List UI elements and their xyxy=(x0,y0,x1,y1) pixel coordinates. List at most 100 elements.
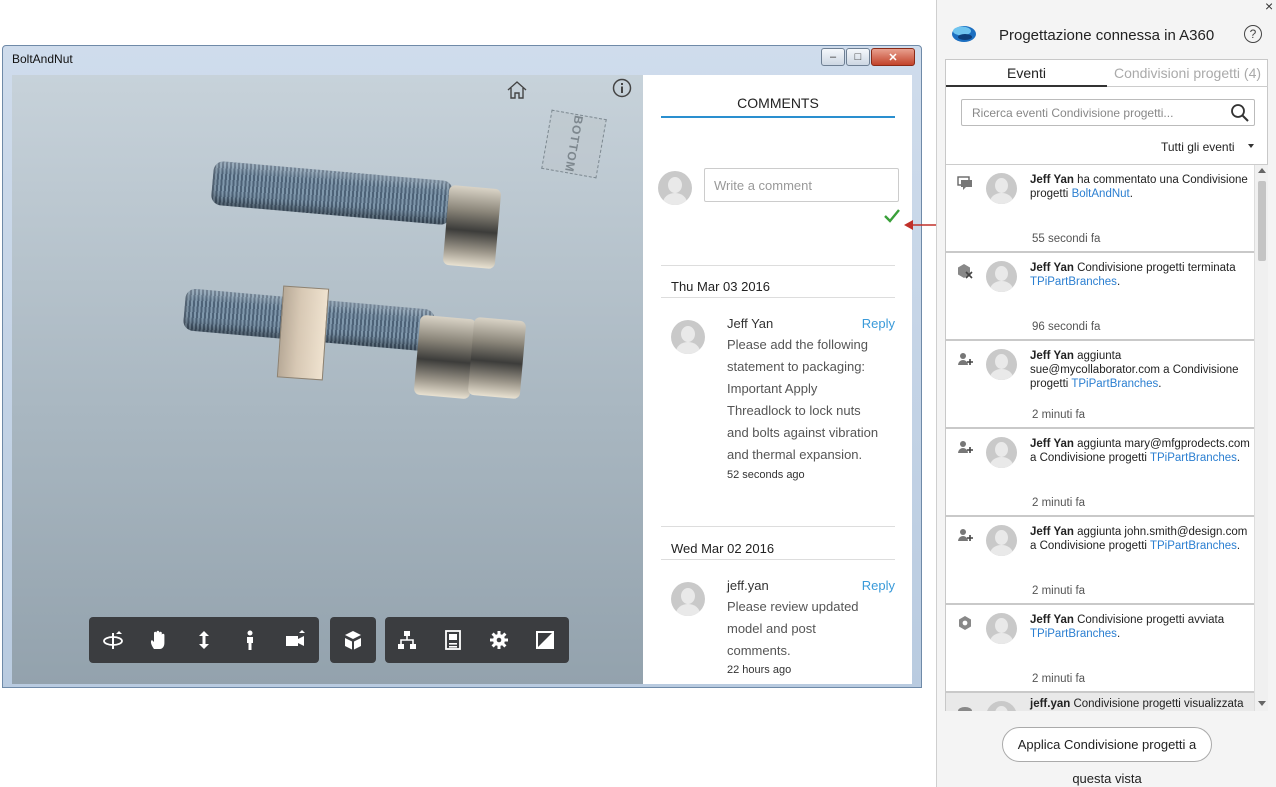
settings-icon xyxy=(490,631,508,649)
3d-viewport[interactable]: BOTTOM xyxy=(12,75,643,684)
event-description: Condivisione progetti avviata xyxy=(1073,614,1225,626)
comment-line: comments. xyxy=(727,643,791,658)
apply-share-button[interactable]: Applica Condivisione progetti a xyxy=(1002,727,1212,762)
a360-logo-icon xyxy=(952,26,976,42)
comment-input[interactable] xyxy=(704,168,899,202)
help-icon[interactable]: ? xyxy=(1244,25,1262,43)
viewer-window: BoltAndNut – □ ✕ BOTTOM COMMENTS Write a… xyxy=(2,45,922,688)
panel-close-button[interactable]: × xyxy=(1265,0,1273,14)
search-icon[interactable] xyxy=(1230,103,1250,123)
walk-button[interactable] xyxy=(236,626,264,654)
event-description: Condivisione progetti visualizzata xyxy=(1070,698,1244,710)
events-filter-dropdown[interactable]: Tutti gli eventi xyxy=(1161,140,1235,154)
close-button[interactable]: ✕ xyxy=(871,48,915,66)
properties-icon xyxy=(445,630,461,650)
scroll-down-icon[interactable] xyxy=(1258,701,1266,706)
home-icon[interactable] xyxy=(506,80,528,100)
add-user-icon xyxy=(958,529,973,541)
comment-line: Threadlock to lock nuts xyxy=(727,403,861,418)
avatar xyxy=(986,261,1017,292)
nut[interactable] xyxy=(276,285,330,381)
avatar xyxy=(986,613,1017,644)
pan-icon xyxy=(150,630,165,649)
tab-events[interactable]: Eventi xyxy=(946,60,1107,87)
check-icon[interactable] xyxy=(883,207,901,225)
event-item[interactable]: Jeff Yan aggiunta sue@mycollaborator.com… xyxy=(946,341,1254,429)
a360-panel: × Progettazione connessa in A360 ? Event… xyxy=(936,0,1276,787)
comment-date: Thu Mar 03 2016 xyxy=(671,279,771,294)
scroll-up-icon[interactable] xyxy=(1258,168,1266,173)
event-item[interactable]: Jeff Yan Condivisione progetti avviata T… xyxy=(946,605,1254,693)
events-search-input[interactable] xyxy=(961,99,1255,126)
events-scrollbar[interactable] xyxy=(1254,165,1268,711)
explode-icon xyxy=(345,631,361,650)
event-item[interactable]: Jeff Yan aggiunta john.smith@design.com … xyxy=(946,517,1254,605)
bolt-thread[interactable] xyxy=(210,160,454,226)
event-user: jeff.yan xyxy=(1030,698,1071,710)
scrollbar-thumb[interactable] xyxy=(1258,181,1266,261)
comment-line: and thermal expansion. xyxy=(727,447,863,462)
camera-button[interactable] xyxy=(281,626,309,654)
divider xyxy=(661,265,895,266)
event-text: jeff.yan Condivisione progetti visualizz… xyxy=(1030,697,1252,711)
orbit-button[interactable] xyxy=(99,626,127,654)
fullscreen-button[interactable] xyxy=(531,626,559,654)
viewcube[interactable]: BOTTOM xyxy=(541,109,607,179)
event-link[interactable]: TPiPartBranches xyxy=(1150,452,1237,464)
maximize-button[interactable]: □ xyxy=(846,48,870,66)
avatar xyxy=(986,349,1017,380)
event-item[interactable]: jeff.yan Condivisione progetti visualizz… xyxy=(946,693,1254,711)
orbit-icon xyxy=(103,631,123,649)
event-punct: . xyxy=(1236,540,1241,552)
event-link[interactable]: TPiPartBranches xyxy=(1030,628,1117,640)
avatar xyxy=(986,173,1017,204)
event-link[interactable]: TPiPartBranches xyxy=(1030,276,1117,288)
event-user: Jeff Yan xyxy=(1030,174,1074,186)
zoom-button[interactable] xyxy=(190,626,218,654)
reply-link[interactable]: Reply xyxy=(862,578,895,593)
event-link[interactable]: TPiPartBranches xyxy=(1071,378,1158,390)
bolt-head[interactable] xyxy=(442,184,502,270)
model-browser-button[interactable] xyxy=(393,626,421,654)
comment-line: model and post xyxy=(727,621,816,636)
event-description: Condivisione progetti terminata xyxy=(1073,262,1236,274)
comment-icon xyxy=(957,176,972,190)
comments-title-underline xyxy=(661,116,895,118)
comment-date: Wed Mar 02 2016 xyxy=(671,541,775,556)
event-time: 55 secondi fa xyxy=(1032,233,1101,245)
event-item[interactable]: Jeff Yan ha commentato una Condivisione … xyxy=(946,165,1254,253)
comments-title: COMMENTS xyxy=(737,95,819,111)
event-punct: . xyxy=(1129,188,1133,200)
walk-icon xyxy=(247,630,253,650)
bolt-head[interactable] xyxy=(467,316,527,400)
chevron-down-icon[interactable] xyxy=(1248,144,1254,148)
event-link[interactable]: TPiPartBranches xyxy=(1150,540,1237,552)
bolt-head[interactable] xyxy=(413,314,477,400)
comment-line: statement to packaging: xyxy=(727,359,866,374)
minimize-button[interactable]: – xyxy=(821,48,845,66)
event-item[interactable]: Jeff Yan aggiunta mary@mfgprodects.com a… xyxy=(946,429,1254,517)
settings-button[interactable] xyxy=(485,626,513,654)
event-text: Jeff Yan aggiunta mary@mfgprodects.com a… xyxy=(1030,437,1252,465)
properties-button[interactable] xyxy=(439,626,467,654)
events-list: Jeff Yan ha commentato una Condivisione … xyxy=(946,165,1254,711)
pan-button[interactable] xyxy=(144,626,172,654)
event-user: Jeff Yan xyxy=(1030,350,1074,362)
event-text: Jeff Yan Condivisione progetti terminata… xyxy=(1030,261,1252,289)
event-item[interactable]: Jeff Yan Condivisione progetti terminata… xyxy=(946,253,1254,341)
tab-shares[interactable]: Condivisioni progetti (4) xyxy=(1107,60,1268,87)
info-icon[interactable] xyxy=(612,78,632,98)
share-started-icon xyxy=(959,616,971,630)
apply-share-button-label-line2[interactable]: questa vista xyxy=(1002,771,1212,786)
panel-content: Eventi Condivisioni progetti (4) Tutti g… xyxy=(945,59,1268,711)
fullscreen-icon xyxy=(536,631,554,649)
event-link[interactable]: BoltAndNut xyxy=(1072,188,1130,200)
comment-author: jeff.yan xyxy=(727,578,769,593)
event-time: 2 minuti fa xyxy=(1032,585,1086,597)
explode-button[interactable] xyxy=(339,626,367,654)
panel-title: Progettazione connessa in A360 xyxy=(999,27,1215,44)
zoom-icon xyxy=(199,631,209,649)
comment-line: Please review updated xyxy=(727,599,859,614)
reply-link[interactable]: Reply xyxy=(862,316,895,331)
window-title: BoltAndNut xyxy=(12,52,73,66)
